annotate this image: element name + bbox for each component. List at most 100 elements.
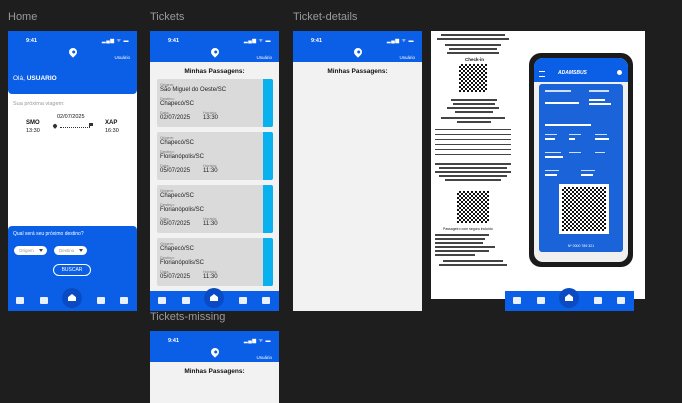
home-screen: 9:41 ▂▄▆ ᯤ ▬ Usuário Olá, USUARIO Sua pr…: [8, 31, 137, 311]
location-pin-icon[interactable]: [66, 46, 79, 58]
frame-label-tickets-missing: Tickets-missing: [150, 311, 226, 323]
chevron-down-icon: [39, 249, 43, 252]
ticket-origin: Chapecó/SC: [160, 246, 195, 252]
ticket-icon[interactable]: [158, 297, 166, 304]
page-title: Minhas Passagens:: [184, 368, 245, 375]
ticket-destination: Florianópolis/SC: [160, 154, 205, 160]
trip-to-time: 16:30: [105, 128, 119, 134]
digital-ticket-card: Nº 0000 789 321: [539, 84, 623, 252]
store-icon[interactable]: [594, 297, 602, 304]
bus-icon[interactable]: [182, 297, 190, 304]
status-icons: ▂▄▆ ᯤ ▬: [101, 38, 129, 44]
store-icon[interactable]: [97, 297, 105, 304]
phone-screen: ADAMSBUS Nº 0000 789 321: [534, 58, 628, 262]
home-header: 9:41 ▂▄▆ ᯤ ▬ Usuário Olá, USUARIO: [8, 31, 137, 94]
store-icon[interactable]: [239, 297, 247, 304]
menu-icon[interactable]: [539, 71, 545, 77]
ticket-destination: Chapecó/SC: [160, 101, 195, 107]
ticket-time: 11:30: [203, 274, 218, 280]
destination-placeholder: Destino: [59, 248, 75, 253]
bottom-nav: [505, 288, 634, 311]
user-icon[interactable]: [617, 70, 622, 75]
receipt-mockup: Check-in Passageiro com seguro incluído: [431, 31, 645, 299]
bottom-nav: [8, 288, 137, 311]
qr-code: [459, 64, 487, 92]
status-time: 9:41: [311, 38, 323, 44]
cart-icon[interactable]: [120, 297, 128, 304]
bottom-nav: [150, 288, 279, 311]
location-pin-icon[interactable]: [351, 46, 364, 58]
origin-placeholder: Origem: [19, 248, 34, 253]
frame-label-home: Home: [8, 11, 38, 23]
ticket-date: 05/07/2025: [160, 274, 191, 280]
frame-label-tickets: Tickets: [150, 11, 185, 23]
status-icons: ▂▄▆ ᯤ ▬: [243, 38, 271, 44]
ticket-icon[interactable]: [16, 297, 24, 304]
ticket-origin: São Miguel do Oeste/SC: [160, 87, 227, 93]
missing-header: 9:41 ▂▄▆ ᯤ ▬ Usuário: [150, 331, 279, 362]
ticket-details-screen: 9:41 ▂▄▆ ᯤ ▬ Usuário Minhas Passagens:: [293, 31, 422, 311]
greeting: Olá, USUARIO: [13, 75, 57, 82]
ticket-origin: Chapecó/SC: [160, 193, 195, 199]
tickets-screen: 9:41 ▂▄▆ ᯤ ▬ Usuário Minhas Passagens: O…: [150, 31, 279, 311]
ticket-time: 11:30: [203, 168, 218, 174]
ticket-strip: [263, 132, 273, 180]
ticket-card[interactable]: Origem: Chapecó/SC Destino: Florianópoli…: [157, 238, 273, 286]
trip-date: 02/07/2025: [57, 114, 85, 120]
details-header: 9:41 ▂▄▆ ᯤ ▬ Usuário: [293, 31, 422, 62]
ticket-time: 11:30: [203, 221, 218, 227]
ticket-icon[interactable]: [513, 297, 521, 304]
greeting-label: Olá,: [13, 75, 25, 82]
next-trip-card[interactable]: SMO 13:30 02/07/2025 XAP 16:30: [13, 110, 131, 144]
cart-icon[interactable]: [262, 297, 270, 304]
page-title: Minhas Passagens:: [327, 68, 388, 75]
printed-receipt: Check-in Passageiro com seguro incluído: [431, 31, 516, 299]
page-title: Minhas Passagens:: [184, 68, 245, 75]
ticket-date: 05/07/2025: [160, 168, 191, 174]
brand-logo: ADAMSBUS: [558, 70, 587, 76]
checkin-label: Check-in: [465, 57, 485, 62]
trip-from-time: 13:30: [26, 128, 40, 134]
search-title: Qual será seu próximo destino?: [13, 231, 84, 237]
ticket-destination: Florianópolis/SC: [160, 260, 205, 266]
search-panel: Qual será seu próximo destino? Origem De…: [8, 226, 137, 291]
phone-header: ADAMSBUS: [534, 58, 628, 82]
user-link[interactable]: Usuário: [256, 55, 272, 60]
next-trip-label: Sua próxima viagem:: [13, 101, 65, 107]
home-icon[interactable]: [62, 288, 82, 308]
location-pin-icon[interactable]: [208, 346, 221, 358]
destination-select[interactable]: Destino: [54, 246, 87, 255]
origin-pin-icon: [52, 123, 58, 129]
bus-icon[interactable]: [40, 297, 48, 304]
ticket-strip: [263, 185, 273, 233]
qr-code: [457, 191, 489, 223]
user-link[interactable]: Usuário: [399, 55, 415, 60]
ticket-card[interactable]: Origem: Chapecó/SC Destino: Florianópoli…: [157, 185, 273, 233]
home-icon[interactable]: [559, 288, 579, 308]
location-pin-icon[interactable]: [208, 46, 221, 58]
user-link[interactable]: Usuário: [256, 355, 272, 360]
ticket-date: 05/07/2025: [160, 221, 191, 227]
ticket-destination: Florianópolis/SC: [160, 207, 205, 213]
ticket-number: Nº 0000 789 321: [567, 244, 595, 248]
status-icons: ▂▄▆ ᯤ ▬: [386, 38, 414, 44]
home-icon[interactable]: [204, 288, 224, 308]
bus-icon[interactable]: [537, 297, 545, 304]
search-button[interactable]: BUSCAR: [53, 264, 91, 276]
cart-icon[interactable]: [617, 297, 625, 304]
destination-flag-icon: [89, 123, 94, 128]
status-time: 9:41: [26, 38, 38, 44]
trip-from: SMO: [26, 120, 40, 126]
user-link[interactable]: Usuário: [114, 55, 130, 60]
phone-frame: ADAMSBUS Nº 0000 789 321: [529, 53, 633, 267]
tickets-header: 9:41 ▂▄▆ ᯤ ▬ Usuário: [150, 31, 279, 62]
tickets-missing-screen: 9:41 ▂▄▆ ᯤ ▬ Usuário Minhas Passagens:: [150, 331, 279, 403]
ticket-strip: [263, 238, 273, 286]
ticket-card[interactable]: Origem: São Miguel do Oeste/SC Destino: …: [157, 79, 273, 127]
qr-code: [559, 184, 609, 234]
origin-select[interactable]: Origem: [14, 246, 47, 255]
status-time: 9:41: [168, 38, 180, 44]
ticket-time: 13:30: [203, 115, 219, 121]
ticket-card[interactable]: Origem: Chapecó/SC Destino: Florianópoli…: [157, 132, 273, 180]
status-icons: ▂▄▆ ᯤ ▬: [243, 338, 271, 344]
